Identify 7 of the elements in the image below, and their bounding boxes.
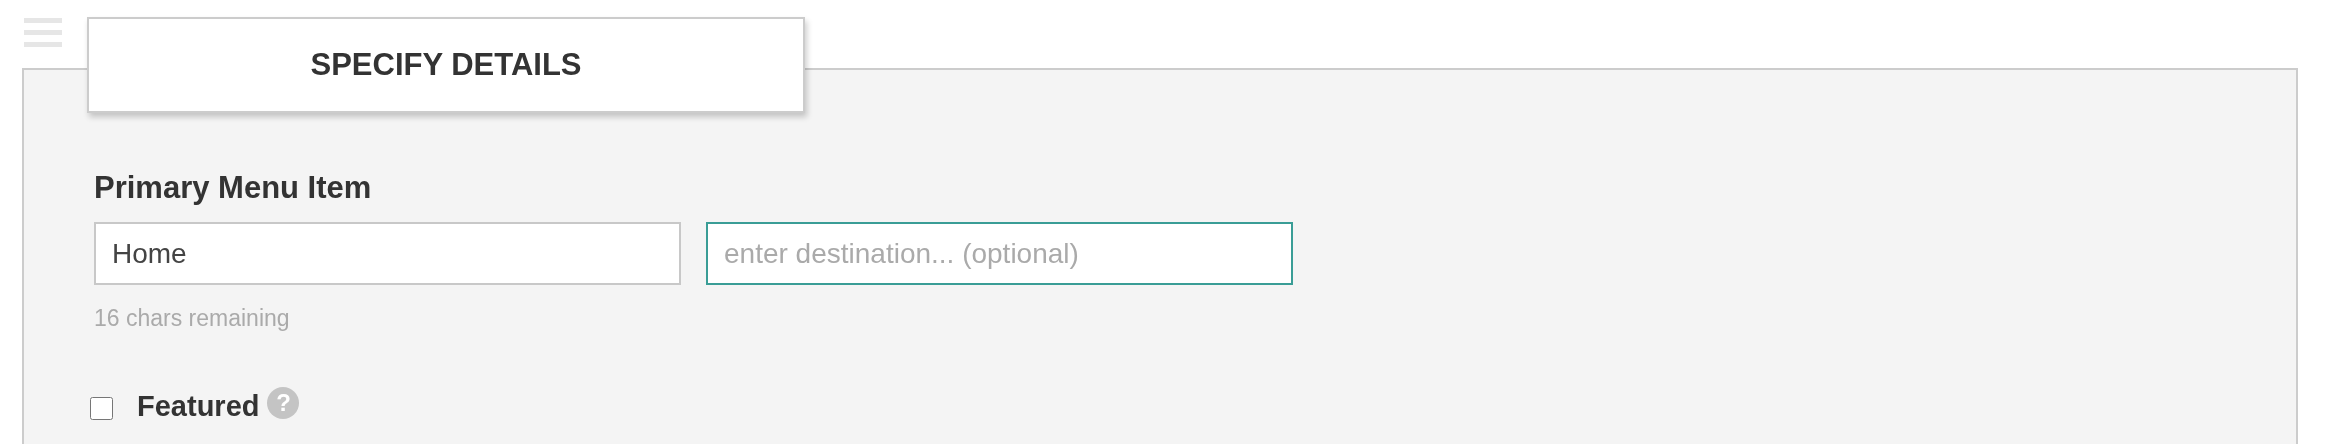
featured-checkbox[interactable] bbox=[90, 397, 113, 420]
featured-label: Featured bbox=[137, 390, 260, 423]
field-label: Primary Menu Item bbox=[94, 170, 373, 206]
menu-item-field[interactable]: Home bbox=[94, 222, 681, 285]
chars-remaining-text: 16 chars remaining bbox=[94, 305, 291, 332]
section-title: SPECIFY DETAILS bbox=[310, 47, 582, 83]
destination-field[interactable]: enter destination... (optional) bbox=[706, 222, 1293, 285]
